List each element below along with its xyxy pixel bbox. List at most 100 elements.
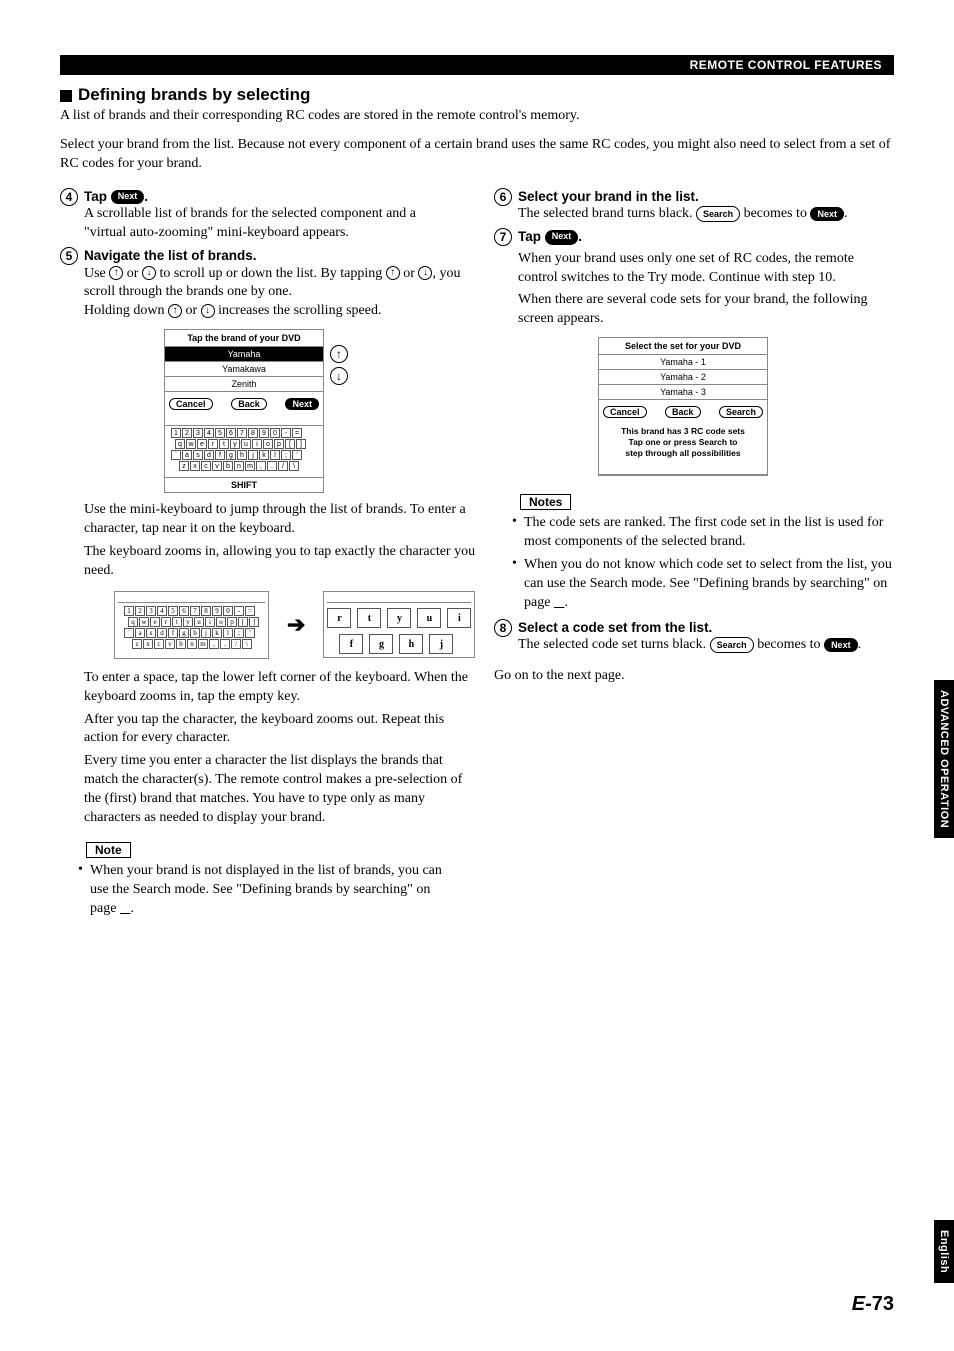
- step-number-6: 6: [494, 188, 512, 206]
- search-button: Search: [719, 406, 763, 418]
- step-6: 6 Select your brand in the list. The sel…: [494, 188, 894, 224]
- step-5-line2: Holding down ↑ or ↓ increases the scroll…: [84, 302, 475, 321]
- kb-key: m: [245, 461, 255, 471]
- kb-key: v: [212, 461, 222, 471]
- kb-key: 9: [259, 428, 269, 438]
- search-pill-icon: Search: [696, 206, 740, 222]
- step-5-p2: The keyboard zooms in, allowing you to t…: [84, 543, 475, 581]
- kb-key: `: [124, 628, 134, 638]
- kb-key: k: [259, 450, 269, 460]
- kb-key: 0: [270, 428, 280, 438]
- kb-key: o: [263, 439, 273, 449]
- kb-key: ,: [256, 461, 266, 471]
- next-pill-icon: Next: [545, 230, 579, 244]
- kb-key: ;: [234, 628, 244, 638]
- kb-key: /: [278, 461, 288, 471]
- kb-key: 3: [193, 428, 203, 438]
- shift-key: SHIFT: [165, 477, 323, 492]
- screenshot-button-row: Cancel Back Next: [165, 392, 323, 416]
- kb-row-2: qwertyuiop[]: [175, 439, 317, 449]
- kb-key: z: [179, 461, 189, 471]
- kb-key: p: [227, 617, 237, 627]
- cancel-button: Cancel: [603, 406, 647, 418]
- brand-item: Yamakawa: [165, 362, 323, 377]
- kb-key: w: [139, 617, 149, 627]
- kb-key: k: [212, 628, 222, 638]
- kb-key: 5: [215, 428, 225, 438]
- left-column: 4 Tap Next. A scrollable list of brands …: [60, 184, 460, 923]
- kb-row-4: zxcvbnm,./\: [179, 461, 317, 471]
- brand-item: Zenith: [165, 377, 323, 392]
- kb-key: n: [234, 461, 244, 471]
- step-5-p1: Use the mini-keyboard to jump through th…: [84, 501, 475, 539]
- kb-key: t: [219, 439, 229, 449]
- up-arrow-icon: ↑: [168, 304, 182, 318]
- mini-keyboard-zoomed: rtyui fghj: [323, 591, 475, 658]
- zoom-key: i: [447, 608, 471, 628]
- next-pill-icon: Next: [111, 190, 145, 204]
- zoom-key: r: [327, 608, 351, 628]
- kb-key: [: [238, 617, 248, 627]
- square-bullet-icon: [60, 90, 72, 102]
- manual-page: REMOTE CONTROL FEATURES Defining brands …: [0, 0, 954, 1351]
- zoom-key: f: [339, 634, 363, 654]
- right-column: 6 Select your brand in the list. The sel…: [494, 184, 894, 923]
- step-5-p5: Every time you enter a character the lis…: [84, 752, 475, 828]
- kb-key: ;: [281, 450, 291, 460]
- kb-key: b: [176, 639, 186, 649]
- kb-key: =: [245, 606, 255, 616]
- kb-key: j: [201, 628, 211, 638]
- notes-label: Notes: [520, 494, 571, 510]
- kb-key: i: [252, 439, 262, 449]
- kb-key: .: [220, 639, 230, 649]
- zoom-key: j: [429, 634, 453, 654]
- step-number-8: 8: [494, 619, 512, 637]
- kb-key: 4: [157, 606, 167, 616]
- step-7-p2: When there are several code sets for you…: [518, 291, 894, 329]
- zoom-row-1: rtyui: [327, 608, 471, 628]
- back-button: Back: [231, 398, 267, 410]
- kb-key: d: [157, 628, 167, 638]
- kb-key: n: [187, 639, 197, 649]
- step-7: 7 Tap Next. When your brand uses only on…: [494, 228, 894, 484]
- kb-key: j: [248, 450, 258, 460]
- kb-row-3: `asdfghjkl;': [171, 450, 317, 460]
- kb-key: x: [190, 461, 200, 471]
- left-notes: •When your brand is not displayed in the…: [78, 862, 460, 919]
- kb-key: [: [285, 439, 295, 449]
- kb-key: i: [205, 617, 215, 627]
- kb-key: q: [175, 439, 185, 449]
- right-notes: •The code sets are ranked. The first cod…: [512, 514, 894, 612]
- kb-row-3b: `asdfghjkl;': [124, 628, 259, 638]
- step-5-p4: After you tap the character, the keyboar…: [84, 711, 475, 749]
- kb-key: a: [135, 628, 145, 638]
- step-7-p1: When your brand uses only one set of RC …: [518, 250, 894, 288]
- kb-row-4b: zxcvbnm,./\: [132, 639, 259, 649]
- step-5-line1: Use ↑ or ↓ to scroll up or down the list…: [84, 265, 475, 303]
- kb-key: 2: [135, 606, 145, 616]
- zoom-key: u: [417, 608, 441, 628]
- kb-key: l: [223, 628, 233, 638]
- kb-key: c: [201, 461, 211, 471]
- kb-key: q: [128, 617, 138, 627]
- step-4-heading: Tap Next.: [84, 188, 460, 206]
- codeset-screenshot: Select the set for your DVD Yamaha - 1 Y…: [598, 337, 768, 476]
- kb-key: c: [154, 639, 164, 649]
- note-bullet-1: When your brand is not displayed in the …: [90, 862, 460, 919]
- section-header-text: REMOTE CONTROL FEATURES: [690, 58, 882, 72]
- kb-key: o: [216, 617, 226, 627]
- kb-key: r: [208, 439, 218, 449]
- kb-key: 6: [226, 428, 236, 438]
- kb-key: s: [146, 628, 156, 638]
- two-column-layout: 4 Tap Next. A scrollable list of brands …: [60, 184, 894, 923]
- screenshot-title: Tap the brand of your DVD: [165, 330, 323, 347]
- note-label: Note: [86, 842, 131, 858]
- kb-key: a: [182, 450, 192, 460]
- side-tab-advanced: ADVANCED OPERATION: [934, 680, 954, 838]
- kb-key: .: [267, 461, 277, 471]
- kb-key: 8: [201, 606, 211, 616]
- scroll-arrows: ↑ ↓: [330, 345, 348, 385]
- kb-key: 4: [204, 428, 214, 438]
- next-pill-icon: Next: [824, 638, 858, 653]
- screenshot-title: Select the set for your DVD: [599, 338, 767, 355]
